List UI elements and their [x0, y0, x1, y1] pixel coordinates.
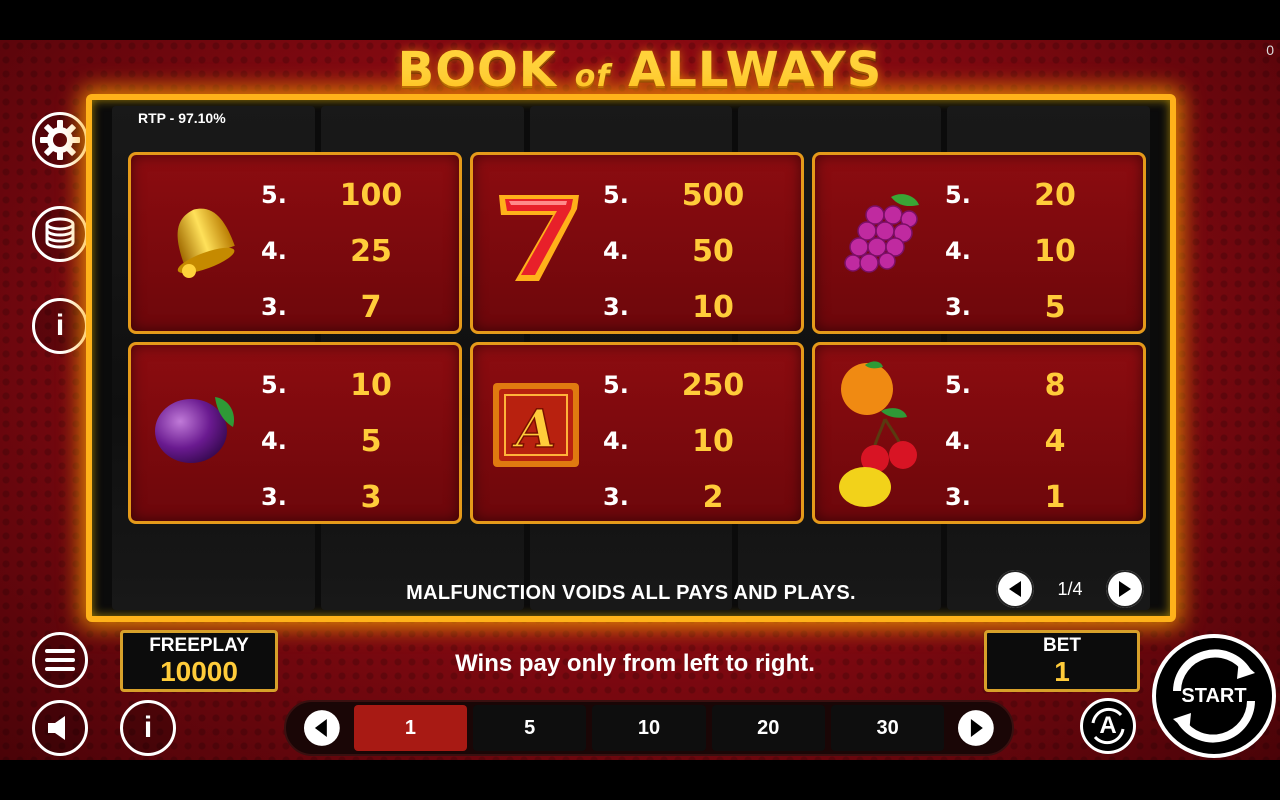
paytable-card-fruit-mix: 5. 8 4. 4 3. 1 [812, 342, 1146, 524]
info-icon[interactable]: i [32, 298, 88, 354]
page-indicator: 1/4 [1057, 578, 1083, 599]
paytable-card-book: A 5. 250 4. 10 3. 2 [470, 342, 804, 524]
seven-icon [499, 195, 579, 281]
bet-decrease-button[interactable] [302, 708, 342, 748]
bet-label: BET [1043, 635, 1081, 656]
freeplay-value: 10000 [160, 656, 238, 687]
coins-stack-icon[interactable] [32, 206, 88, 262]
freeplay-panel: FREEPLAY 10000 [120, 630, 278, 692]
rtp-label: RTP - 97.10% [138, 110, 226, 126]
svg-text:A: A [511, 399, 556, 460]
paytable-card-plum: 5. 10 4. 5 3. 3 [128, 342, 462, 524]
prev-page-button[interactable] [996, 570, 1034, 608]
fruit-mix-icon [839, 361, 917, 507]
sound-icon[interactable] [32, 700, 88, 756]
reel-frame: RTP - 97.10% 5. 100 4. 25 3. 7 5. 500 4.… [86, 94, 1176, 622]
bet-option-5[interactable]: 5 [473, 705, 587, 751]
chevron-left-icon [1009, 581, 1021, 597]
settings-gear-icon[interactable] [32, 112, 88, 168]
bell-icon [177, 208, 235, 278]
paytable: 5. 100 4. 25 3. 7 5. 500 4. 50 3. 10 5. … [128, 152, 1146, 524]
bet-panel: BET 1 [984, 630, 1140, 692]
game-info-icon[interactable]: i [120, 700, 176, 756]
plum-icon [155, 397, 235, 463]
corner-value: 0 [1266, 42, 1274, 58]
bet-value: 1 [1054, 656, 1070, 687]
bet-option-20[interactable]: 20 [711, 705, 825, 751]
bet-option-10[interactable]: 10 [592, 705, 706, 751]
paytable-card-bell: 5. 100 4. 25 3. 7 [128, 152, 462, 334]
grapes-icon [844, 194, 919, 273]
game-title: BOOK of ALLWAYS [397, 42, 883, 98]
autoplay-arrows-icon [1091, 707, 1125, 745]
paytable-card-grapes: 5. 20 4. 10 3. 5 [812, 152, 1146, 334]
bet-selector: 1 5 10 20 30 [284, 700, 1014, 756]
bet-increase-button[interactable] [956, 708, 996, 748]
wins-note: Wins pay only from left to right. [455, 650, 815, 677]
autoplay-button[interactable]: A [1080, 698, 1136, 754]
book-a-icon: A [493, 383, 579, 467]
chevron-right-icon [1119, 581, 1131, 597]
paytable-pager: 1/4 [996, 570, 1144, 608]
bet-option-1[interactable]: 1 [353, 705, 468, 751]
bet-option-30[interactable]: 30 [830, 705, 945, 751]
game-stage: BOOK of ALLWAYS 0 i RTP - 97.10% 5. 100 … [0, 40, 1280, 760]
start-label: START [1181, 684, 1247, 707]
paytable-card-seven: 5. 500 4. 50 3. 10 [470, 152, 804, 334]
start-button[interactable]: START [1152, 634, 1276, 758]
next-page-button[interactable] [1106, 570, 1144, 608]
menu-icon[interactable] [32, 632, 88, 688]
freeplay-label: FREEPLAY [149, 635, 249, 656]
